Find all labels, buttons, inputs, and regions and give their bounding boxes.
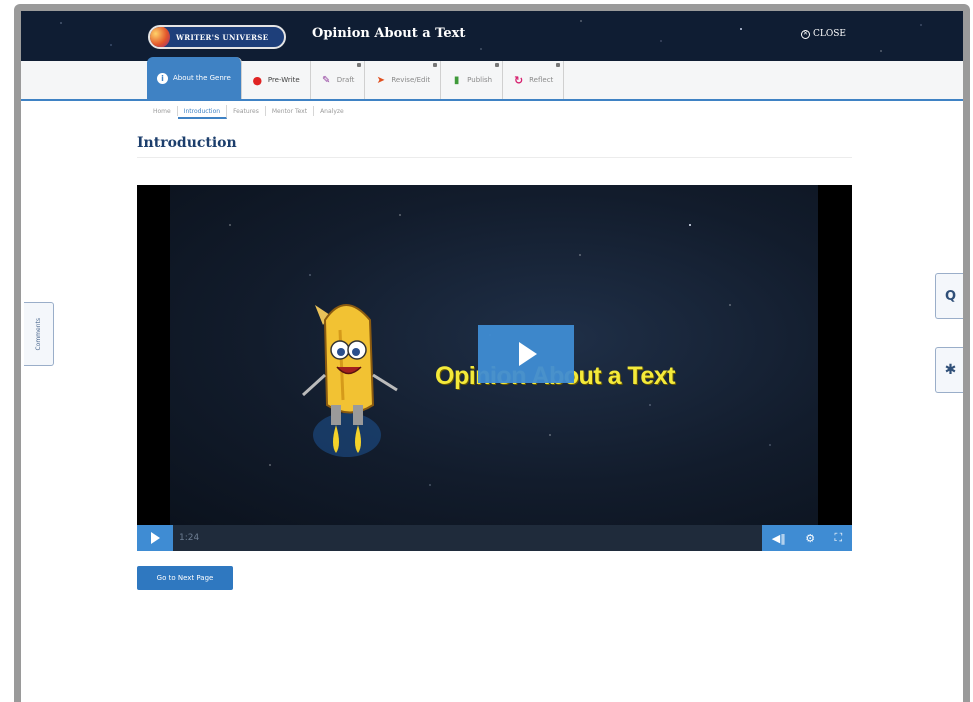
settings-gear-icon[interactable]: ⚙	[805, 532, 815, 545]
step-about-the-genre[interactable]: i About the Genre	[147, 57, 242, 99]
close-button[interactable]: ✕ CLOSE	[801, 29, 846, 39]
search-book-icon: Q	[944, 288, 957, 304]
highlight-side-tab[interactable]: ✱	[935, 347, 963, 393]
play-button[interactable]	[137, 525, 173, 551]
next-page-button[interactable]: Go to Next Page	[137, 566, 233, 590]
subtab-mentor-text[interactable]: Mentor Text	[266, 106, 315, 116]
step-label: Revise/Edit	[391, 76, 431, 84]
cursor-icon: ➤	[376, 74, 386, 86]
step-label: Pre-Write	[267, 76, 300, 84]
title-divider	[137, 157, 852, 158]
document-icon: ▮	[453, 74, 460, 86]
play-icon	[519, 342, 537, 366]
writers-universe-logo: WRITER'S UNIVERSE	[148, 25, 286, 49]
fullscreen-icon[interactable]: ⛶	[835, 531, 843, 545]
play-icon	[150, 532, 160, 544]
close-label: CLOSE	[813, 29, 846, 39]
step-draft[interactable]: ✎ Draft	[311, 61, 366, 99]
close-icon: ✕	[801, 29, 810, 39]
app-title: Opinion About a Text	[312, 26, 466, 41]
subtab-introduction[interactable]: Introduction	[177, 105, 228, 119]
volume-icon[interactable]: ◀‖	[772, 532, 786, 545]
sub-tabs: Home Introduction Features Mentor Text A…	[147, 103, 350, 119]
step-revise-edit[interactable]: ➤ Revise/Edit	[365, 61, 442, 99]
top-header-bar: WRITER'S UNIVERSE Opinion About a Text ✕…	[21, 11, 963, 61]
big-play-button[interactable]	[478, 325, 574, 383]
subtab-home[interactable]: Home	[147, 106, 178, 116]
comments-label: Comments	[35, 317, 42, 351]
video-frame: Opinion About a Text	[170, 185, 818, 525]
step-label: Publish	[467, 76, 493, 84]
planet-logo-icon	[150, 27, 170, 47]
app-window: WRITER'S UNIVERSE Opinion About a Text ✕…	[21, 11, 963, 702]
video-time: 1:24	[179, 533, 200, 543]
step-label: Reflect	[529, 76, 554, 84]
video-controls: 1:24 ◀‖ ⚙ ⛶	[137, 525, 852, 551]
lock-icon	[433, 63, 438, 67]
comments-side-tab[interactable]: Comments	[24, 302, 54, 366]
step-pre-write[interactable]: ● Pre-Write	[242, 61, 311, 99]
video-control-group: ◀‖ ⚙ ⛶	[762, 525, 852, 551]
glossary-side-tab[interactable]: Q	[935, 273, 963, 319]
step-tabs: i About the Genre ● Pre-Write ✎ Draft ➤ …	[147, 57, 565, 99]
window-frame: WRITER'S UNIVERSE Opinion About a Text ✕…	[14, 4, 970, 702]
video-player[interactable]: Opinion About a Text 1:24 ◀‖ ⚙ ⛶	[137, 185, 852, 551]
lock-icon	[495, 63, 500, 67]
star-icon: ✱	[944, 362, 957, 378]
reflect-icon: ↻	[514, 73, 524, 87]
pencil-mascot-image	[301, 304, 398, 457]
step-navigation-bar: i About the Genre ● Pre-Write ✎ Draft ➤ …	[21, 57, 963, 101]
step-label: Draft	[336, 76, 355, 84]
progress-bar[interactable]	[199, 525, 762, 551]
subtab-analyze[interactable]: Analyze	[314, 106, 350, 116]
lock-icon	[357, 63, 362, 67]
pin-icon: ●	[252, 73, 263, 87]
pencil-icon: ✎	[322, 74, 331, 86]
step-label: About the Genre	[173, 74, 231, 82]
info-icon: i	[157, 72, 168, 84]
page-title: Introduction	[137, 135, 237, 151]
step-publish[interactable]: ▮ Publish	[441, 61, 504, 99]
step-reflect[interactable]: ↻ Reflect	[503, 61, 565, 99]
logo-text: WRITER'S UNIVERSE	[176, 32, 269, 42]
subtab-features[interactable]: Features	[227, 106, 266, 116]
lock-icon	[556, 63, 561, 67]
